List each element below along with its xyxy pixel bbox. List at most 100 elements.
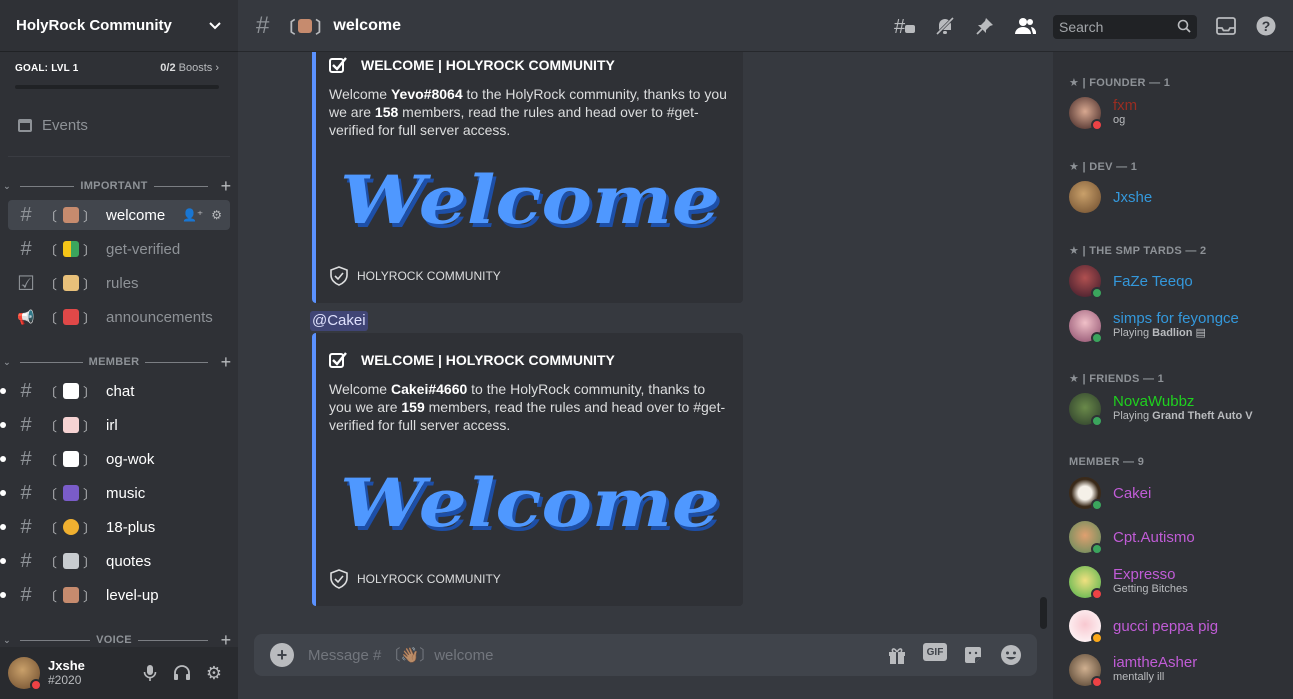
- idle-status-icon: [1091, 632, 1103, 644]
- checkbox-icon: [329, 57, 347, 73]
- create-channel-icon[interactable]: +: [214, 176, 238, 197]
- hashtag-icon: #: [20, 237, 32, 260]
- scrollbar-thumb[interactable]: [1040, 597, 1047, 629]
- role-header: MEMBER — 9: [1069, 456, 1145, 468]
- face-emoji-icon: 〔〕: [44, 519, 99, 536]
- category-line: [137, 639, 209, 641]
- embed-description: Welcome Cakei#4660 to the HolyRock commu…: [329, 381, 726, 433]
- gear-icon[interactable]: ⚙: [211, 208, 222, 222]
- threads-icon[interactable]: #: [893, 14, 917, 38]
- member-activity: Playing Grand Theft Auto V: [1113, 410, 1253, 422]
- member-status-text: Getting Bitches: [1113, 583, 1188, 595]
- category-line: [20, 361, 83, 363]
- channel-quotes[interactable]: # 〔〕 quotes: [8, 546, 230, 576]
- category-voice[interactable]: ⌄ VOICE +: [0, 630, 238, 650]
- channel-name: get-verified: [106, 240, 181, 258]
- invite-icon[interactable]: 👤⁺: [182, 208, 203, 222]
- channel-irl[interactable]: # 〔〕 irl: [8, 410, 230, 440]
- channel-name: announcements: [106, 308, 213, 326]
- channel-og-wok[interactable]: # 〔〕 og-wok: [8, 444, 230, 474]
- emoji-icon[interactable]: [999, 643, 1023, 667]
- wave-emoji-icon: 〔〕: [44, 587, 99, 604]
- channel-level-up[interactable]: # 〔〕 level-up: [8, 580, 230, 610]
- embed-description: Welcome Yevo#8064 to the HolyRock commun…: [329, 86, 727, 138]
- microphone-icon[interactable]: [134, 657, 166, 689]
- message-list: WELCOME | HOLYROCK COMMUNITY Welcome Yev…: [238, 52, 1053, 622]
- member-status-text: og: [1113, 114, 1126, 126]
- member-item[interactable]: gucci peppa pig: [1069, 606, 1289, 646]
- boost-goal[interactable]: GOAL: LVL 1 0/2 Boosts ›: [15, 62, 219, 89]
- server-name: HolyRock Community: [16, 17, 172, 34]
- embed-footer: HOLYROCK COMMUNITY: [329, 266, 501, 286]
- dnd-status-icon: [1091, 676, 1103, 688]
- goal-boosts: 0/2 Boosts ›: [160, 62, 219, 74]
- create-channel-icon[interactable]: +: [214, 352, 238, 373]
- channel-chat[interactable]: # 〔〕 chat: [8, 376, 230, 406]
- channel-rules[interactable]: ☑ 〔〕 rules: [8, 268, 230, 298]
- category-member[interactable]: ⌄ MEMBER +: [0, 352, 238, 373]
- channel-get-verified[interactable]: # 〔〕 get-verified: [8, 234, 230, 264]
- headphones-icon[interactable]: [166, 657, 198, 689]
- divider: [8, 156, 230, 157]
- channel-music[interactable]: # 〔〕 music: [8, 478, 230, 508]
- unread-indicator: [0, 422, 6, 428]
- category-label: VOICE: [96, 634, 132, 646]
- welcome-banner-image: Welcome Welcome: [332, 157, 724, 243]
- member-list: ★ | FOUNDER — 1 fxm og ★ | DEV — 1 Jxshe …: [1053, 52, 1293, 699]
- dnd-status-icon: [1091, 119, 1103, 131]
- member-item[interactable]: NovaWubbz Playing Grand Theft Auto V: [1069, 389, 1289, 429]
- channel-18-plus[interactable]: # 〔〕 18-plus: [8, 512, 230, 542]
- events-button[interactable]: Events: [8, 110, 230, 140]
- wave-emoji-icon: 〔〕: [279, 18, 332, 37]
- unread-indicator: [0, 490, 6, 496]
- search-input[interactable]: Search: [1053, 15, 1197, 39]
- speech-bubble-emoji-icon: 〔〕: [44, 383, 99, 400]
- member-item[interactable]: Jxshe: [1069, 177, 1289, 217]
- avatar[interactable]: [8, 657, 42, 691]
- server-header[interactable]: HolyRock Community: [0, 0, 238, 52]
- no-mobile-emoji-icon: 〔〕: [44, 417, 99, 434]
- mute-notifications-icon[interactable]: [933, 14, 957, 38]
- robot-emoji-icon: 〔〕: [44, 553, 99, 570]
- member-item[interactable]: Cpt.Autismo: [1069, 517, 1289, 557]
- chevron-down-icon: ⌄: [3, 180, 11, 191]
- member-activity: Playing Badlion ▤: [1113, 327, 1206, 339]
- welcome-banner-image: Welcome Welcome: [332, 460, 724, 546]
- gift-icon[interactable]: [885, 643, 909, 667]
- member-item[interactable]: iamtheAsher mentally ill: [1069, 650, 1289, 690]
- gif-button[interactable]: GIF: [923, 643, 947, 661]
- add-attachment-icon[interactable]: +: [270, 643, 294, 667]
- sticker-icon[interactable]: [961, 643, 985, 667]
- member-list-icon[interactable]: [1013, 14, 1037, 38]
- calendar-icon: [16, 117, 34, 133]
- avatar: [1069, 521, 1103, 555]
- hashtag-icon: #: [20, 413, 32, 436]
- rich-presence-icon: ▤: [1195, 327, 1206, 339]
- member-item[interactable]: FaZe Teeqo: [1069, 261, 1289, 301]
- member-item[interactable]: Expresso Getting Bitches: [1069, 562, 1289, 602]
- pin-icon[interactable]: [973, 14, 997, 38]
- channel-welcome[interactable]: # 〔〕 welcome 👤⁺ ⚙: [8, 200, 230, 230]
- help-icon[interactable]: ?: [1254, 14, 1278, 38]
- channel-name: rules: [106, 274, 139, 292]
- speech-bubble-emoji-icon: 〔〕: [44, 451, 99, 468]
- gear-icon[interactable]: ⚙: [198, 657, 230, 689]
- inbox-icon[interactable]: [1214, 14, 1238, 38]
- embed-footer: HOLYROCK COMMUNITY: [329, 569, 501, 589]
- member-name: Cpt.Autismo: [1113, 528, 1195, 546]
- loudspeaker-emoji-icon: 〔〕: [44, 309, 99, 326]
- member-status-text: mentally ill: [1113, 671, 1165, 683]
- channel-announcements[interactable]: 📢 〔〕 announcements: [8, 302, 230, 332]
- shield-icon: [330, 569, 348, 589]
- online-status-icon: [1091, 287, 1103, 299]
- category-label: IMPORTANT: [80, 180, 148, 192]
- member-item[interactable]: fxm og: [1069, 93, 1289, 133]
- category-important[interactable]: ⌄ IMPORTANT +: [0, 176, 238, 197]
- hashtag-icon: #: [20, 515, 32, 538]
- message-input[interactable]: [308, 646, 885, 664]
- channel-name: level-up: [106, 586, 159, 604]
- member-item[interactable]: Cakei: [1069, 473, 1289, 513]
- member-item[interactable]: simps for feyongce Playing Badlion ▤: [1069, 306, 1289, 346]
- username: Jxshe: [48, 658, 85, 673]
- user-mention[interactable]: @Cakei: [310, 311, 368, 331]
